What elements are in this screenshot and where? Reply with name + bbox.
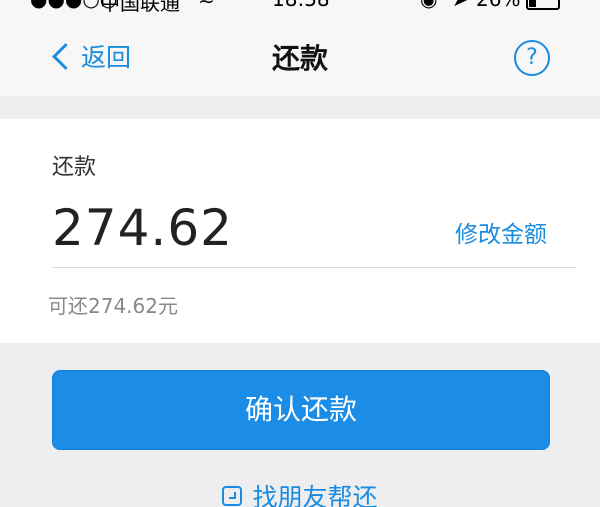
- page-title: 还款: [271, 42, 328, 75]
- modify-amount-link[interactable]: 修改金额: [455, 215, 547, 249]
- battery-percent: 26%: [476, 0, 520, 11]
- ask-friend-label: 找朋友帮还: [252, 483, 378, 507]
- status-bar: ●●●○○ 中国联通 ≈ 18:58 ◉ ➤ 26%: [0, 0, 600, 14]
- repayment-amount[interactable]: 274.62: [52, 199, 233, 257]
- confirm-repayment-button[interactable]: 确认还款: [52, 370, 550, 450]
- repayment-card: 还款 274.62 修改金额 可还274.62元: [0, 119, 600, 343]
- help-icon[interactable]: ?: [514, 40, 550, 76]
- divider: [52, 267, 576, 268]
- rotation-lock-icon: ◉: [420, 0, 437, 11]
- navigation-bar: 返回 还款 ?: [0, 14, 600, 96]
- repayment-label: 还款: [52, 155, 97, 180]
- status-time: 18:58: [272, 0, 330, 11]
- ask-friend-link[interactable]: 找朋友帮还: [0, 478, 600, 507]
- location-arrow-icon: ➤: [452, 0, 469, 11]
- wifi-icon: ≈: [198, 0, 215, 11]
- chat-icon: [222, 486, 243, 506]
- repayment-screen: ●●●○○ 中国联通 ≈ 18:58 ◉ ➤ 26% 返回 还款 ? 还款 27…: [0, 0, 600, 507]
- carrier-name: 中国联通: [100, 0, 180, 14]
- available-amount: 可还274.62元: [48, 294, 178, 318]
- battery-icon: [526, 0, 560, 10]
